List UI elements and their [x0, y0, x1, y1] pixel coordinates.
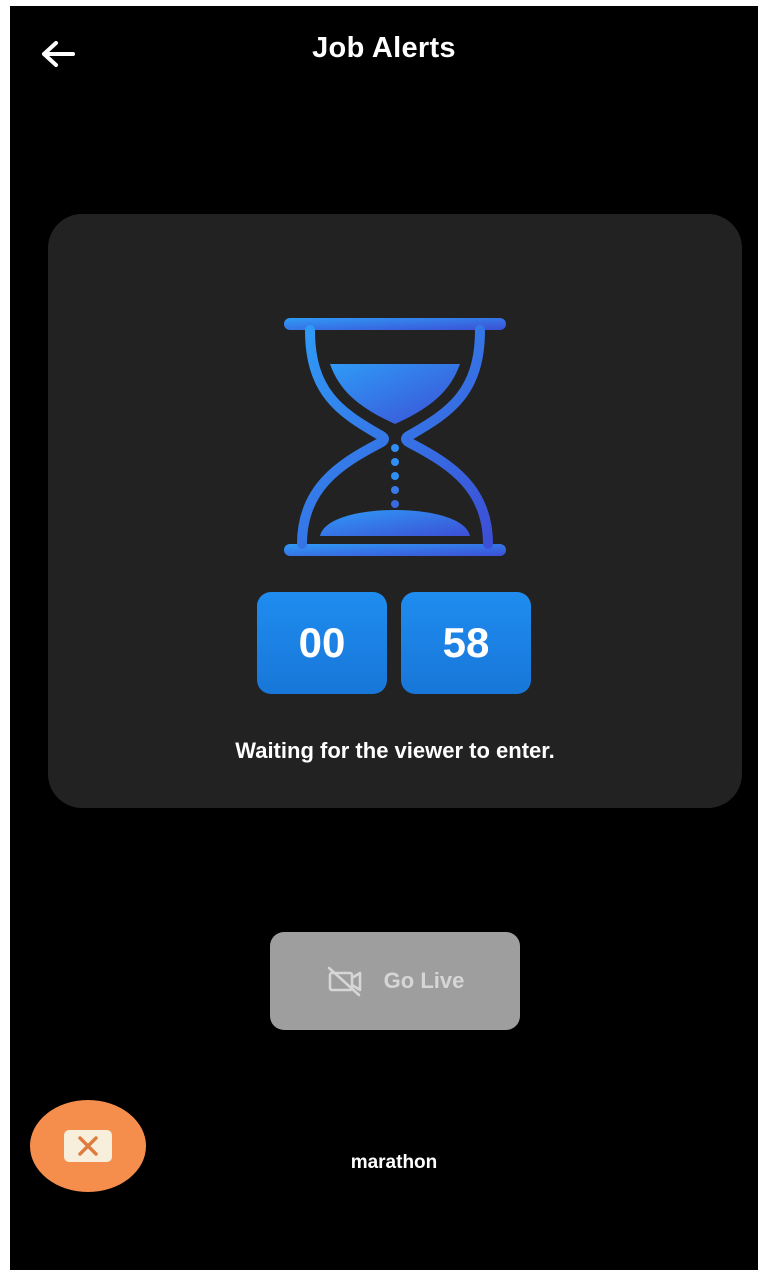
- timer-minutes: 00: [257, 592, 387, 694]
- countdown-card: 00 58 Waiting for the viewer to enter.: [48, 214, 742, 808]
- video-off-icon: [327, 966, 361, 997]
- close-floating-button[interactable]: [30, 1100, 146, 1192]
- hourglass-icon: [284, 318, 506, 556]
- page-title: Job Alerts: [312, 32, 456, 64]
- go-live-button[interactable]: Go Live: [270, 932, 520, 1030]
- timer-seconds: 58: [401, 592, 531, 694]
- footer-text: marathon: [350, 1152, 438, 1173]
- waiting-status-text: Waiting for the viewer to enter.: [235, 738, 555, 763]
- go-live-label: Go Live: [383, 968, 465, 993]
- app-screen: Job Alerts 00 58 Waiting for the viewer …: [10, 6, 758, 1270]
